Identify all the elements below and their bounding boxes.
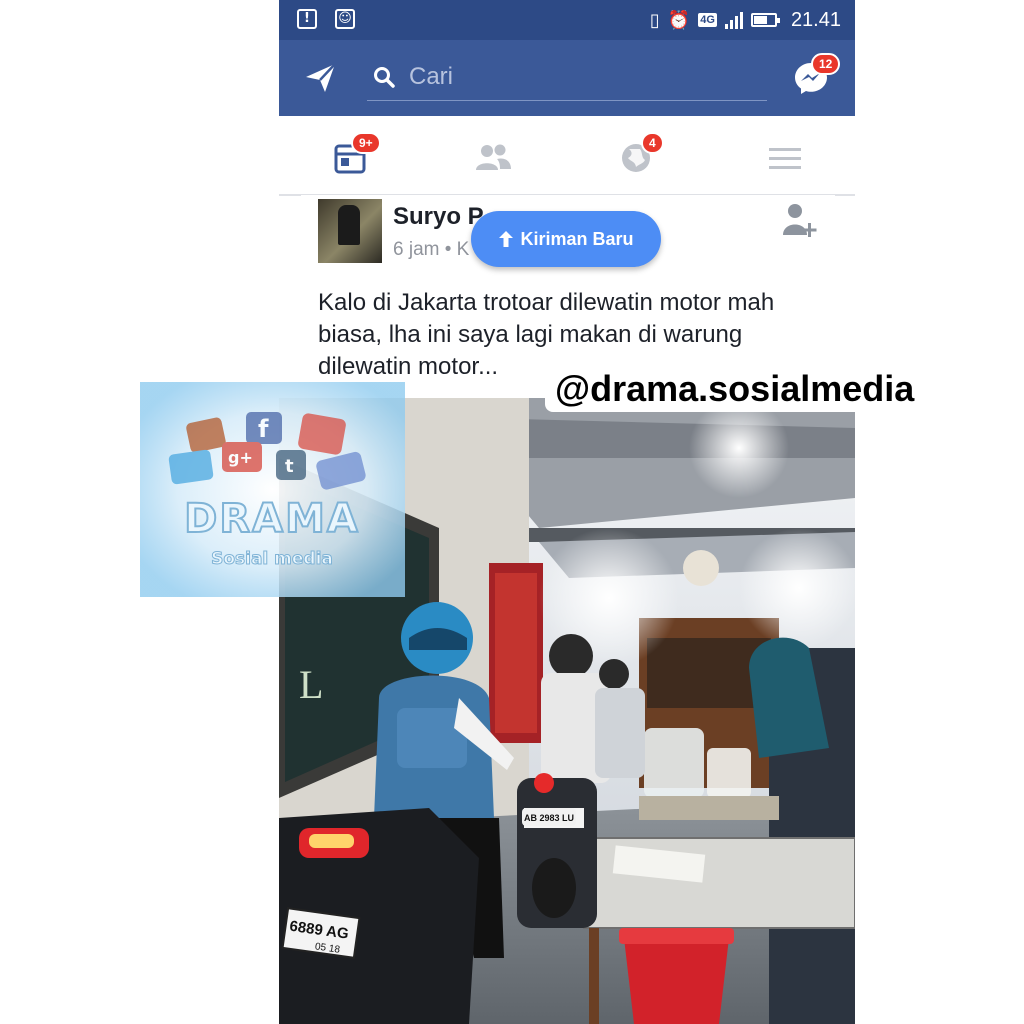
post-timestamp: 6 jam • K xyxy=(393,239,470,260)
search-icon xyxy=(374,67,395,88)
status-time: 21.41 xyxy=(790,8,841,31)
tab-notifications[interactable]: 4 xyxy=(617,132,664,178)
app-notification-icon: ☺ xyxy=(335,9,355,29)
alarm-icon: ⏰ xyxy=(667,9,691,31)
svg-text:L: L xyxy=(299,662,323,707)
tab-friend-requests[interactable] xyxy=(473,134,517,178)
logo-graphic: f g+ t DRAMA Sosial media xyxy=(140,382,405,597)
status-bar: ! ☺ ▯ ⏰ 4G 21.41 xyxy=(279,0,855,40)
friends-icon xyxy=(476,144,511,170)
tab-menu[interactable] xyxy=(765,134,809,178)
watermark-handle: @drama.sosialmedia xyxy=(545,366,925,412)
logo-subtitle: Sosial media xyxy=(211,549,333,569)
search-input[interactable] xyxy=(407,60,751,94)
network-type: 4G xyxy=(698,13,717,27)
plate-number-2: AB 2983 LU xyxy=(524,813,574,823)
news-feed-badge: 9+ xyxy=(351,132,381,154)
notifications-badge: 4 xyxy=(641,132,664,154)
tab-news-feed[interactable]: 9+ xyxy=(331,132,381,178)
new-posts-label: Kiriman Baru xyxy=(520,228,634,249)
tab-bar: 9+ 4 xyxy=(279,116,855,196)
author-avatar[interactable] xyxy=(318,199,382,263)
status-right: ▯ ⏰ 4G 21.41 xyxy=(650,8,841,32)
svg-text:f: f xyxy=(258,415,269,443)
drama-sosialmedia-logo: f g+ t DRAMA Sosial media xyxy=(140,382,405,597)
new-posts-button[interactable]: Kiriman Baru xyxy=(471,211,661,267)
arrow-up-icon xyxy=(499,231,514,247)
search-bar[interactable] xyxy=(367,52,767,101)
messenger-button[interactable]: 12 xyxy=(793,53,841,96)
svg-text:t: t xyxy=(285,456,294,477)
post-author-name[interactable]: Suryo P xyxy=(393,203,484,231)
alert-notification-icon: ! xyxy=(297,9,317,29)
vibrate-icon: ▯ xyxy=(649,9,660,31)
app-bar: 12 xyxy=(279,40,855,116)
battery-icon xyxy=(750,13,780,27)
add-friend-icon[interactable] xyxy=(781,201,819,241)
signal-icon xyxy=(724,11,743,29)
messenger-badge: 12 xyxy=(811,53,841,75)
paper-plane-icon[interactable] xyxy=(303,60,339,96)
svg-text:g+: g+ xyxy=(228,448,253,467)
logo-title: DRAMA xyxy=(184,496,360,542)
hamburger-menu-icon xyxy=(769,148,801,169)
